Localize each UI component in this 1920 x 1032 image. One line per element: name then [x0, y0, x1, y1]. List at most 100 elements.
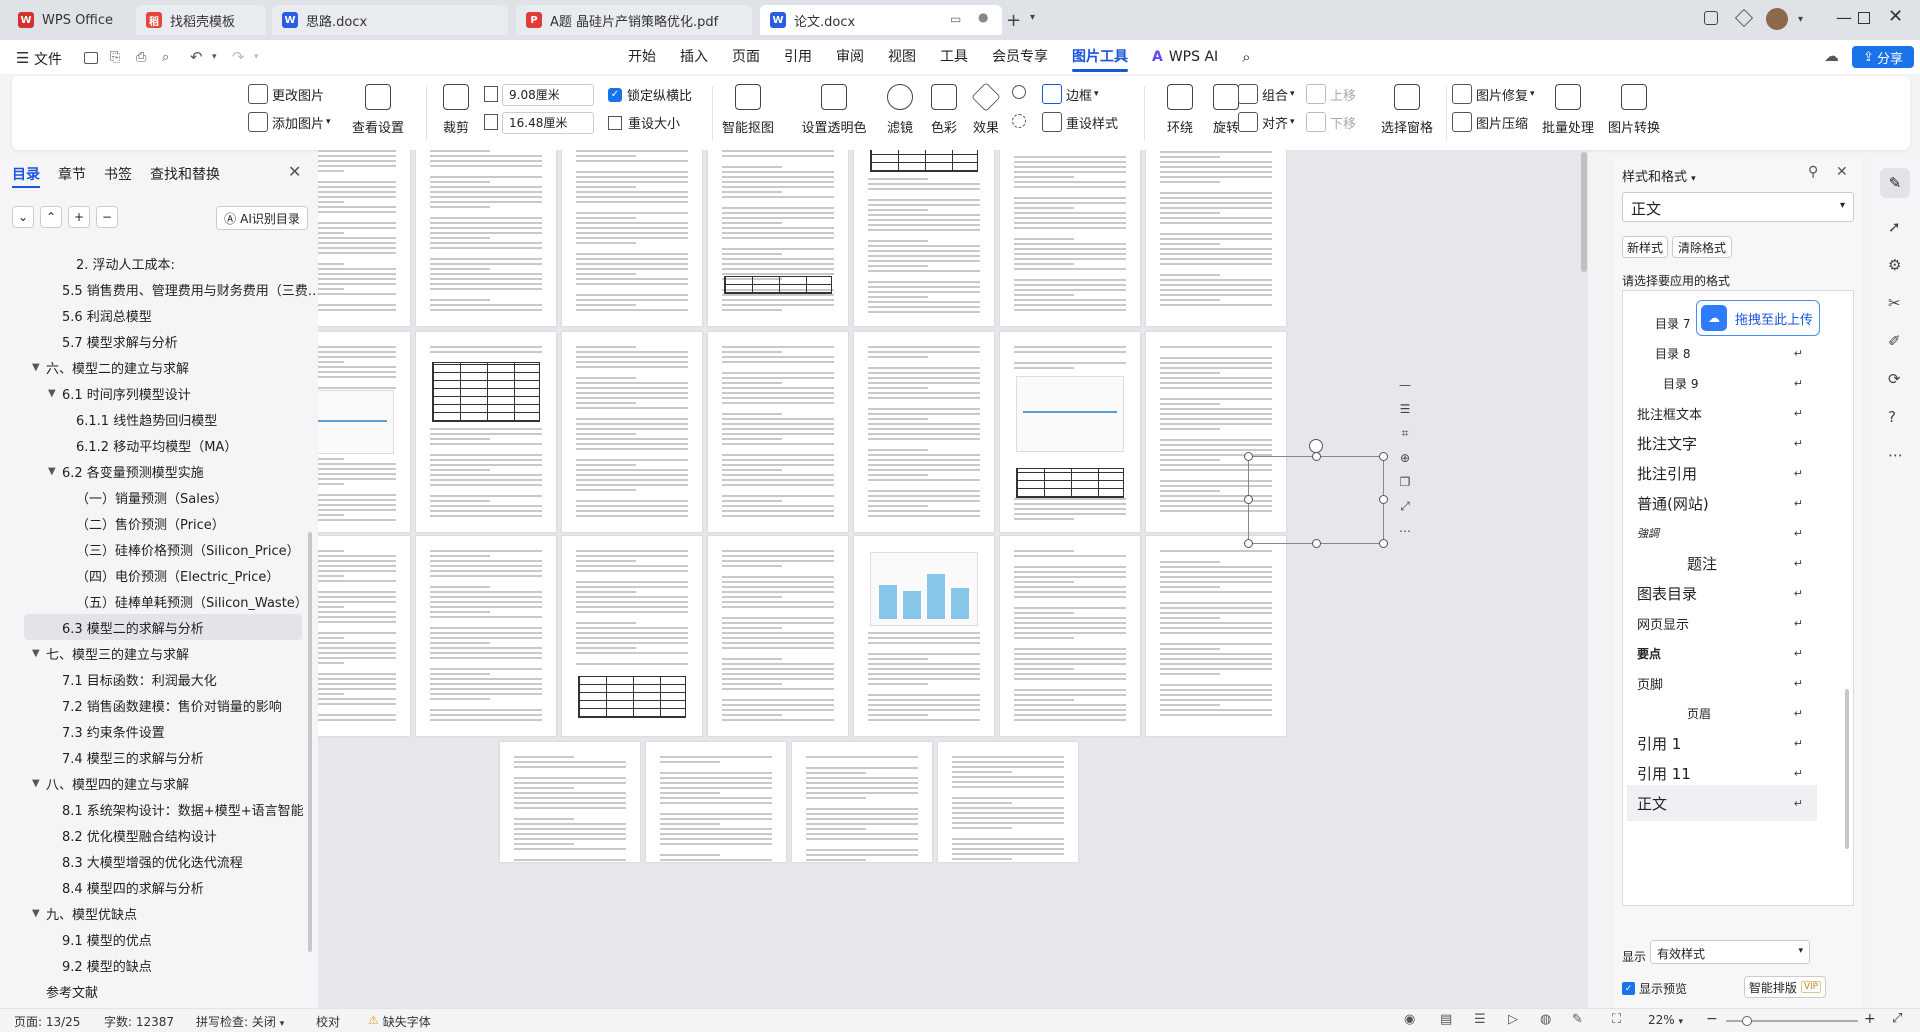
- resize-handle[interactable]: [1312, 539, 1321, 548]
- help-icon[interactable]: ?: [1888, 408, 1896, 426]
- toc-item[interactable]: 参考文献: [24, 978, 302, 1004]
- fullscreen-icon[interactable]: ⤢: [1892, 1011, 1902, 1026]
- copy-float-icon[interactable]: ❐: [1400, 475, 1411, 489]
- clear-format-button[interactable]: 清除格式: [1672, 236, 1732, 258]
- page-thumbnail[interactable]: [416, 536, 556, 736]
- batch-process-button[interactable]: 批量处理: [1536, 84, 1600, 136]
- resize-handle[interactable]: [1244, 452, 1253, 461]
- show-preview-checkbox[interactable]: ✓ 显示预览: [1622, 980, 1687, 997]
- resize-handle[interactable]: [1379, 452, 1388, 461]
- file-menu[interactable]: 文件: [34, 49, 62, 69]
- page-thumbnail[interactable]: [416, 150, 556, 326]
- toc-item[interactable]: ▼ 六、模型二的建立与求解: [24, 354, 302, 380]
- expand-chevron-icon[interactable]: ⌃: [40, 206, 62, 228]
- picture-repair-button[interactable]: 图片修复 ▾: [1452, 84, 1535, 104]
- page-thumbnail[interactable]: [792, 742, 932, 862]
- toc-item[interactable]: 9.2 模型的缺点: [24, 952, 302, 978]
- tab-bookmarks[interactable]: 书签: [104, 164, 132, 184]
- undo-icon[interactable]: ↶: [190, 48, 203, 66]
- page-indicator[interactable]: 页面: 13/25: [14, 1013, 80, 1030]
- toc-item[interactable]: ▼ 八、模型四的建立与求解: [24, 770, 302, 796]
- window-tile-icon[interactable]: [1704, 11, 1718, 25]
- more-icon[interactable]: ⋯: [1399, 524, 1411, 538]
- close-icon[interactable]: ✕: [1836, 164, 1848, 180]
- avatar[interactable]: [1766, 8, 1788, 30]
- toc-item[interactable]: ▼ 6.2 各变量预测模型实施: [24, 458, 302, 484]
- collapse-chevron-icon[interactable]: ⌄: [12, 206, 34, 228]
- page-thumbnail[interactable]: [1146, 536, 1286, 736]
- document-canvas[interactable]: — ☰ ⌗ ⊕ ❐ ⤢ ⋯: [318, 150, 1588, 1008]
- tools-icon[interactable]: ✂: [1888, 294, 1901, 312]
- minimize-float-icon[interactable]: —: [1399, 378, 1411, 392]
- lock-ratio-checkbox[interactable]: ✓ 锁定纵横比: [608, 85, 692, 104]
- toc-item[interactable]: （一）销量预测（Sales）: [24, 484, 302, 510]
- smart-cutout-button[interactable]: 智能抠图: [716, 84, 780, 136]
- page-thumbnail[interactable]: [318, 332, 410, 532]
- web-view-icon[interactable]: ◍: [1540, 1012, 1551, 1027]
- toc-item[interactable]: 5.7 模型求解与分析: [24, 328, 302, 354]
- style-item[interactable]: 正文 ↵: [1627, 785, 1817, 821]
- zoom-slider-thumb[interactable]: [1742, 1016, 1752, 1026]
- share-button[interactable]: ⇪ 分享: [1852, 46, 1914, 68]
- restore-icon[interactable]: [1858, 12, 1870, 24]
- tab-chapters[interactable]: 章节: [58, 164, 86, 184]
- border-button[interactable]: 边框 ▾: [1042, 84, 1099, 104]
- pin-icon[interactable]: ⚲: [1808, 164, 1818, 180]
- toc-item[interactable]: 7.3 约束条件设置: [24, 718, 302, 744]
- menu-wps-ai[interactable]: A WPS AI: [1140, 40, 1230, 74]
- menu-review[interactable]: 审阅: [824, 40, 876, 74]
- toc-item[interactable]: 5.5 销售费用、管理费用与财务费用（三费…: [24, 276, 321, 302]
- toc-item[interactable]: ▼ 九、模型优缺点: [24, 900, 302, 926]
- toc-item[interactable]: 9.1 模型的优点: [24, 926, 302, 952]
- page-thumbnail[interactable]: [854, 150, 994, 326]
- crop-button[interactable]: 裁剪: [424, 84, 488, 136]
- page-thumbnail[interactable]: [416, 332, 556, 532]
- toc-item[interactable]: （三）硅棒价格预测（Silicon_Price）: [24, 536, 302, 562]
- page-thumbnail[interactable]: [1146, 150, 1286, 326]
- resize-handle[interactable]: [1244, 495, 1253, 504]
- tab-wps-office[interactable]: W WPS Office: [8, 5, 128, 35]
- hamburger-icon[interactable]: ☰: [16, 49, 29, 67]
- page-thumbnail[interactable]: [646, 742, 786, 862]
- add-picture-button[interactable]: 添加图片 ▾: [248, 112, 331, 132]
- monitor-icon[interactable]: ▭: [950, 12, 961, 26]
- toc-item[interactable]: （五）硅棒单耗预测（Silicon_Waste）: [24, 588, 308, 614]
- expand-caret-icon[interactable]: ▼: [32, 362, 46, 373]
- toc-item[interactable]: 7.4 模型三的求解与分析: [24, 744, 302, 770]
- toc-item[interactable]: 8.3 大模型增强的优化迭代流程: [24, 848, 302, 874]
- undo-chevron-icon[interactable]: ▾: [212, 52, 217, 62]
- word-count[interactable]: 字数: 12387: [104, 1013, 174, 1030]
- page-thumbnail[interactable]: [708, 150, 848, 326]
- redo-icon[interactable]: ↷: [232, 48, 245, 66]
- toc-item[interactable]: ▼ 七、模型三的建立与求解: [24, 640, 302, 666]
- resize-handle[interactable]: [1312, 452, 1321, 461]
- play-icon[interactable]: ▷: [1508, 1012, 1518, 1027]
- picture-convert-button[interactable]: 图片转换: [1602, 84, 1666, 136]
- export-icon[interactable]: ⎘: [110, 50, 120, 65]
- expand-caret-icon[interactable]: ▼: [32, 908, 46, 919]
- account-chevron-icon[interactable]: ▾: [1798, 14, 1803, 25]
- search-icon[interactable]: ⌕: [1230, 40, 1262, 74]
- toc-item[interactable]: 7.2 销售函数建模：售价对销量的影响: [24, 692, 302, 718]
- toc-item[interactable]: 8.4 模型四的求解与分析: [24, 874, 302, 900]
- toc-item[interactable]: ▼ 6.1 时间序列模型设计: [24, 380, 302, 406]
- reset-size-button[interactable]: 重设大小: [608, 113, 680, 132]
- edit-pen-icon[interactable]: ✎: [1572, 1012, 1583, 1027]
- rotate-handle-icon[interactable]: [1309, 439, 1323, 453]
- menu-view[interactable]: 视图: [876, 40, 928, 74]
- upload-drop-zone[interactable]: ☁ 拖拽至此上传: [1696, 300, 1820, 336]
- sync-icon[interactable]: ⟳: [1888, 370, 1901, 388]
- fit-page-icon[interactable]: ⛶: [1612, 1012, 1621, 1027]
- page-thumbnail[interactable]: [562, 536, 702, 736]
- toc-item[interactable]: 6.1.1 线性趋势回归模型: [24, 406, 302, 432]
- spell-check-status[interactable]: 拼写检查: 关闭 ▾: [196, 1013, 284, 1030]
- page-thumbnail[interactable]: [500, 742, 640, 862]
- cube-icon[interactable]: [1734, 8, 1754, 28]
- page-thumbnail[interactable]: [708, 332, 848, 532]
- page-view-icon[interactable]: ▤: [1440, 1012, 1452, 1027]
- toc-item[interactable]: 6.1.2 移动平均模型（MA）: [24, 432, 302, 458]
- layout-options-icon[interactable]: ☰: [1400, 402, 1411, 416]
- crop-float-icon[interactable]: ⌗: [1402, 426, 1409, 441]
- tab-lunwen-docx[interactable]: W 论文.docx ▭ ●: [760, 5, 1002, 35]
- send-backward-button[interactable]: 下移: [1306, 112, 1356, 132]
